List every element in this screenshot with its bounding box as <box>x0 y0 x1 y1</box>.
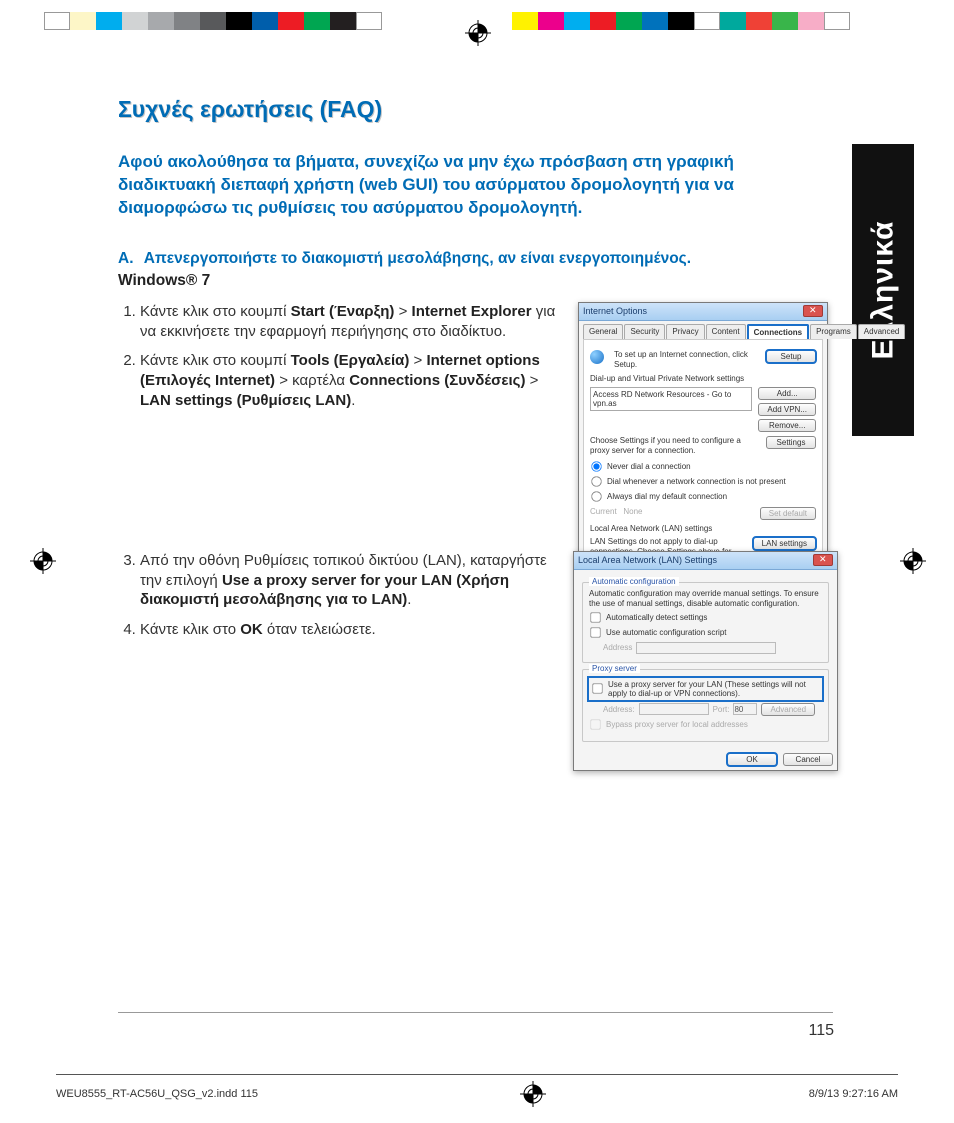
radio-dial-whenever[interactable]: Dial whenever a network connection is no… <box>590 475 816 488</box>
section-1: Κάντε κλικ στο κουμπί Start (Έναρξη) > I… <box>118 302 833 411</box>
lan-settings-label: Local Area Network (LAN) settings <box>590 524 816 533</box>
auto-detect-checkbox[interactable]: Automatically detect settings <box>589 611 822 624</box>
dialog-title: Local Area Network (LAN) Settings <box>578 555 717 565</box>
setup-text: To set up an Internet connection, click … <box>614 350 760 370</box>
add-button[interactable]: Add... <box>758 387 816 400</box>
list-item: Κάντε κλικ στο OK όταν τελειώσετε. <box>140 620 568 640</box>
dialog-title: Internet Options <box>583 306 647 316</box>
use-proxy-checkbox[interactable]: Use a proxy server for your LAN (These s… <box>589 678 822 700</box>
proxy-group: Proxy server Use a proxy server for your… <box>582 669 829 742</box>
slug-line: WEU8555_RT-AC56U_QSG_v2.indd 115 8/9/13 … <box>56 1074 898 1107</box>
add-vpn-button[interactable]: Add VPN... <box>758 403 816 416</box>
auto-config-text: Automatic configuration may override man… <box>589 589 822 609</box>
dialup-vpn-label: Dial-up and Virtual Private Network sett… <box>590 374 816 383</box>
radio-always-dial[interactable]: Always dial my default connection <box>590 490 816 503</box>
tab-content[interactable]: Content <box>706 324 746 339</box>
list-item: Κάντε κλικ στο κουμπί Start (Έναρξη) > I… <box>140 302 568 342</box>
color-bar-right <box>512 12 850 30</box>
internet-options-dialog: Internet Options General Security Privac… <box>578 302 828 582</box>
registration-mark-icon <box>900 548 926 574</box>
dialog-body: To set up an Internet connection, click … <box>583 339 823 573</box>
section-2: Από την οθόνη Ρυθμίσεις τοπικού δικτύου … <box>118 551 833 640</box>
footer-rule <box>118 1012 833 1013</box>
setup-button[interactable]: Setup <box>766 350 816 363</box>
step-a-heading: A. Απενεργοποιήστε το διακομιστή μεσολάβ… <box>118 250 833 268</box>
instruction-list-2: Από την οθόνη Ρυθμίσεις τοπικού δικτύου … <box>118 551 568 640</box>
set-default-button: Set default <box>760 507 816 520</box>
proxy-address-input <box>639 703 709 715</box>
registration-mark-icon <box>520 1081 546 1107</box>
intro-paragraph: Αφού ακολούθησα τα βήματα, συνεχίζω να μ… <box>118 151 818 220</box>
language-tab: Ελληνικά <box>852 144 914 436</box>
auto-script-checkbox[interactable]: Use automatic configuration script <box>589 626 822 639</box>
globe-icon <box>590 350 604 364</box>
tab-general[interactable]: General <box>583 324 623 339</box>
connections-listbox[interactable]: Access RD Network Resources - Go to vpn.… <box>590 387 752 411</box>
bypass-proxy-checkbox: Bypass proxy server for local addresses <box>589 718 822 731</box>
close-icon[interactable] <box>803 305 823 317</box>
tab-security[interactable]: Security <box>624 324 665 339</box>
radio-never-dial[interactable]: Never dial a connection <box>590 460 816 473</box>
step-a-text: Απενεργοποιήστε το διακομιστή μεσολάβηση… <box>144 250 691 267</box>
auto-script-address-input <box>636 642 776 654</box>
tab-advanced[interactable]: Advanced <box>858 324 906 339</box>
registration-mark-icon <box>30 548 56 574</box>
page-number: 115 <box>808 1022 834 1040</box>
page-content: Συχνές ερωτήσεις (FAQ) Αφού ακολούθησα τ… <box>118 96 833 1056</box>
list-item: Κάντε κλικ στο κουμπί Tools (Εργαλεία) >… <box>140 351 568 410</box>
lan-settings-button[interactable]: LAN settings <box>753 537 816 550</box>
slug-filename: WEU8555_RT-AC56U_QSG_v2.indd 115 <box>56 1088 258 1100</box>
ok-button[interactable]: OK <box>727 753 777 766</box>
tab-connections[interactable]: Connections <box>747 324 809 339</box>
color-bar-left <box>44 12 382 30</box>
remove-button[interactable]: Remove... <box>758 419 816 432</box>
os-heading: Windows® 7 <box>118 272 833 290</box>
slug-timestamp: 8/9/13 9:27:16 AM <box>809 1088 898 1100</box>
dialog-titlebar: Local Area Network (LAN) Settings <box>574 552 837 570</box>
tab-privacy[interactable]: Privacy <box>666 324 704 339</box>
settings-button[interactable]: Settings <box>766 436 816 449</box>
step-a-label: A. <box>118 250 140 268</box>
list-item: Από την οθόνη Ρυθμίσεις τοπικού δικτύου … <box>140 551 568 610</box>
dialog-tabs: General Security Privacy Content Connect… <box>579 321 827 339</box>
lan-settings-dialog: Local Area Network (LAN) Settings Automa… <box>573 551 838 771</box>
auto-config-group: Automatic configuration Automatic config… <box>582 582 829 663</box>
dialog-titlebar: Internet Options <box>579 303 827 321</box>
close-icon[interactable] <box>813 554 833 566</box>
choose-settings-text: Choose Settings if you need to configure… <box>590 436 760 456</box>
registration-mark-icon <box>465 20 491 46</box>
tab-programs[interactable]: Programs <box>810 324 857 339</box>
cancel-button[interactable]: Cancel <box>783 753 833 766</box>
page-title: Συχνές ερωτήσεις (FAQ) <box>118 96 833 123</box>
proxy-port-input <box>733 703 757 715</box>
instruction-list-1: Κάντε κλικ στο κουμπί Start (Έναρξη) > I… <box>118 302 568 411</box>
advanced-button: Advanced <box>761 703 815 716</box>
